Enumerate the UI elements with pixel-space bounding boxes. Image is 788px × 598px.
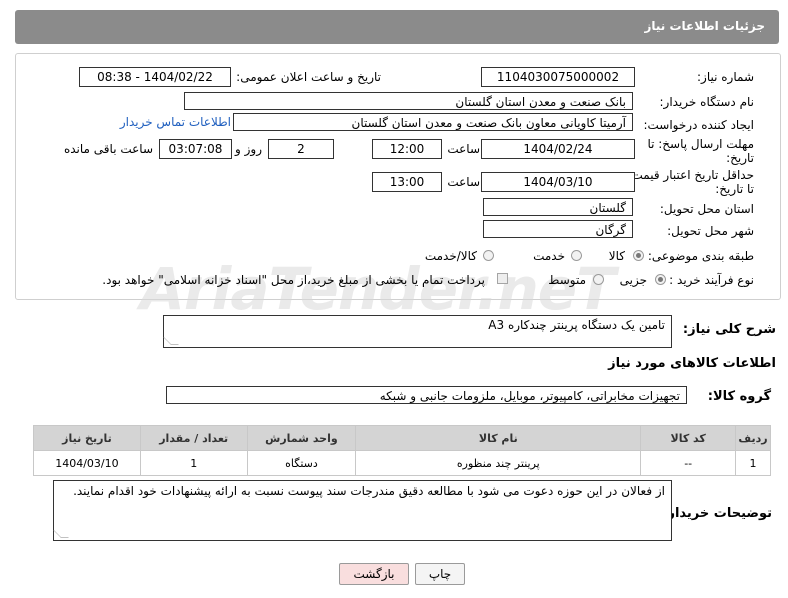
remaining-days-field: 2 (268, 139, 334, 159)
cell-name: پرینتر چند منظوره (355, 450, 642, 476)
print-button[interactable]: چاپ (415, 563, 465, 585)
col-need-date: تاریخ نیاز (33, 425, 141, 451)
watermark-logo: AriaTender.neT (140, 255, 616, 323)
goods-group-field: تجهیزات مخابراتی، کامپیوتر، موبایل، ملزو… (166, 386, 687, 404)
deadline-time-field: 12:00 (372, 139, 442, 159)
validity-date-field: 1404/03/10 (481, 172, 635, 192)
announce-datetime-field: 1404/02/22 - 08:38 (79, 67, 231, 87)
col-name: نام کالا (355, 425, 642, 451)
process-option-minor: جزیی (619, 273, 647, 287)
table-row: 1 -- پرینتر چند منظوره دستگاه 1 1404/03/… (33, 450, 771, 476)
description-text: تامین یک دستگاه پرینتر چندکاره A3 (488, 318, 665, 332)
buyer-org-label: نام دستگاه خریدار: (659, 95, 755, 109)
treasury-payment-note: پرداخت تمام یا بخشی از مبلغ خرید،از محل … (102, 273, 485, 287)
city-field: گرگان (483, 220, 633, 238)
buyer-notes-label: توضیحات خریدار: (662, 506, 772, 521)
category-radio-goods[interactable] (633, 250, 644, 261)
category-option-goods: کالا (608, 249, 625, 263)
days-label: روز و (235, 142, 262, 156)
back-button[interactable]: بازگشت (339, 563, 409, 585)
buyer-notes-text: از فعالان در این حوزه دعوت می شود با مطا… (73, 484, 665, 498)
buyer-notes-textarea: از فعالان در این حوزه دعوت می شود با مطا… (53, 480, 672, 541)
buyer-org-field: بانک صنعت و معدن استان گلستان (184, 92, 633, 110)
col-quantity: تعداد / مقدار (139, 425, 248, 451)
col-row: ردیف (735, 425, 771, 451)
validity-time-label: ساعت (447, 175, 480, 189)
creator-field: آرمیتا کاویانی معاون بانک صنعت و معدن اس… (233, 113, 633, 131)
cell-code: -- (640, 450, 737, 476)
need-number-field: 1104030075000002 (481, 67, 635, 87)
creator-label: ایجاد کننده درخواست: (643, 118, 754, 132)
cell-unit: دستگاه (246, 450, 357, 476)
goods-group-label: گروه کالا: (707, 389, 771, 404)
province-field: گلستان (483, 198, 633, 216)
deadline-date-field: 1404/02/24 (481, 139, 635, 159)
validity-label-date: تا تاریخ: (715, 182, 754, 196)
description-label: شرح کلی نیاز: (682, 322, 776, 337)
cell-quantity: 1 (139, 450, 248, 476)
category-option-service: خدمت (533, 249, 565, 263)
resize-handle-icon (53, 530, 69, 538)
buyer-contact-link[interactable]: اطلاعات تماس خریدار (120, 115, 231, 129)
process-radio-medium[interactable] (593, 274, 604, 285)
province-label: استان محل تحویل: (659, 202, 754, 216)
category-radio-service[interactable] (571, 250, 582, 261)
deadline-label-date: تاریخ: (726, 151, 754, 165)
city-label: شهر محل تحویل: (667, 224, 754, 238)
treasury-payment-checkbox[interactable] (497, 273, 508, 284)
resize-handle-icon (163, 337, 179, 345)
page-title: جزئیات اطلاعات نیاز (644, 19, 765, 33)
remaining-label: ساعت باقی مانده (63, 142, 153, 156)
deadline-label: مهلت ارسال پاسخ: تا (647, 137, 754, 151)
validity-time-field: 13:00 (372, 172, 442, 192)
need-number-label: شماره نیاز: (697, 70, 754, 84)
category-label: طبقه بندی موضوعی: (647, 249, 754, 263)
announce-label: تاریخ و ساعت اعلان عمومی: (236, 70, 381, 84)
goods-table: ردیف کد کالا نام کالا واحد شمارش تعداد /… (33, 425, 771, 476)
goods-table-header: ردیف کد کالا نام کالا واحد شمارش تعداد /… (33, 425, 771, 451)
cell-row: 1 (735, 450, 771, 476)
process-label: نوع فرآیند خرید : (669, 273, 754, 287)
cell-need-date: 1404/03/10 (33, 450, 141, 476)
deadline-time-label: ساعت (447, 142, 480, 156)
validity-label: حداقل تاریخ اعتبار قیمت: (627, 168, 754, 182)
page-header: جزئیات اطلاعات نیاز (15, 10, 779, 44)
goods-info-title: اطلاعات کالاهای مورد نیاز (608, 356, 776, 371)
process-radio-minor[interactable] (655, 274, 666, 285)
col-unit: واحد شمارش (246, 425, 357, 451)
col-code: کد کالا (640, 425, 737, 451)
category-option-goods-service: کالا/خدمت (424, 249, 477, 263)
remaining-time-field: 03:07:08 (159, 139, 232, 159)
description-textarea: تامین یک دستگاه پرینتر چندکاره A3 (163, 315, 672, 348)
category-radio-goods-service[interactable] (483, 250, 494, 261)
process-option-medium: متوسط (548, 273, 586, 287)
